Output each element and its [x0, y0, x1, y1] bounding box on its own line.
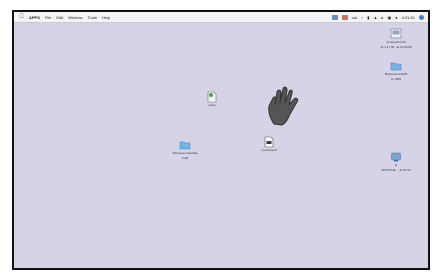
desktop-icon-sublabel: 11.1.17 05...at 10.33.05: [380, 45, 412, 49]
desktop-icon-label: Personal materials: [172, 151, 198, 155]
screenshot-file-icon: [390, 27, 402, 39]
battery-icon[interactable]: ▮: [367, 15, 369, 20]
desktop-icon-label: D: [394, 163, 398, 167]
desktop-icon-label: preview.pdf: [261, 148, 277, 152]
status-text[interactable]: cal: [352, 15, 357, 20]
desktop-icon-folder-top[interactable]: Brownstone2025 or 1tl05: [376, 59, 416, 81]
desktop-icon-pdf[interactable]: preview.pdf: [249, 135, 289, 152]
menu-help[interactable]: Help: [102, 15, 110, 20]
status-icon-display[interactable]: [331, 14, 338, 20]
desktop-icon-notes[interactable]: notes: [192, 90, 232, 107]
menu-tools[interactable]: Tools: [88, 15, 97, 20]
menubar-clock[interactable]: 4:31:51: [402, 15, 415, 20]
grab-hand-cursor-icon: [268, 86, 299, 126]
apple-menu-icon[interactable]: : [19, 14, 24, 20]
folder-icon: [179, 138, 191, 150]
desktop-icon-screenshot[interactable]: Screenshot 09 11.1.17 05...at 10.33.05: [376, 27, 416, 49]
desktop-icon-sublabel: or 1tl05: [390, 77, 401, 81]
user-icon[interactable]: ●: [395, 15, 397, 20]
pdf-file-icon: [263, 135, 275, 148]
menu-app-name[interactable]: APPS: [29, 15, 40, 20]
desktop-icon-label: notes: [208, 103, 216, 107]
menu-edit[interactable]: Edit: [56, 15, 63, 20]
bluetooth-icon[interactable]: ⋆: [361, 15, 364, 20]
menu-file[interactable]: File: [45, 15, 51, 20]
menu-window[interactable]: Window: [68, 15, 82, 20]
status-icon-calendar[interactable]: [341, 14, 348, 20]
input-icon[interactable]: ▣: [387, 15, 391, 20]
desktop-icon-label: Brownstone2025: [384, 72, 408, 76]
app-icon: [390, 150, 402, 162]
desktop-icon-folder-left[interactable]: Personal materials 2 kB: [165, 138, 205, 160]
desktop-screen:  APPS File Edit Window Tools Help cal ⋆…: [12, 10, 430, 270]
volume-icon[interactable]: ▸: [381, 15, 383, 20]
menu-bar:  APPS File Edit Window Tools Help cal ⋆…: [14, 12, 428, 23]
desktop-icon-label: Screenshot 09: [386, 40, 406, 44]
wifi-icon[interactable]: ▲: [373, 15, 377, 20]
folder-icon: [390, 59, 402, 71]
desktop-icon-app[interactable]: D APPSTHE ... at 10.33: [376, 150, 416, 172]
document-icon: [206, 90, 218, 103]
spotlight-icon[interactable]: [419, 14, 424, 20]
desktop-icon-sublabel: APPSTHE ... at 10.33: [381, 168, 411, 172]
desktop-icon-sublabel: 2 kB: [181, 156, 188, 160]
